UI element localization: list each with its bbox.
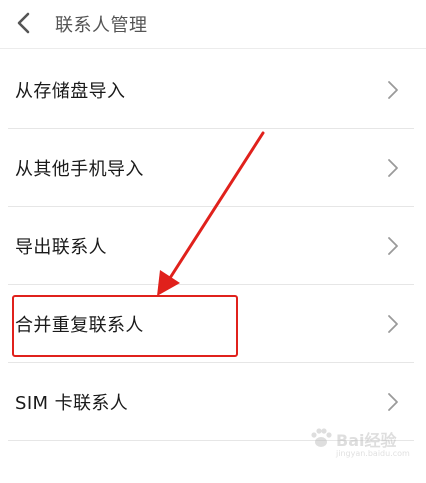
page-title: 联系人管理 (55, 15, 148, 36)
menu-list: 从存储盘导入 从其他手机导入 导出联系人 合并重复联系人 SIM 卡联系人 (0, 51, 426, 441)
watermark-text: Bai经验 (336, 431, 397, 450)
menu-item-label: 从其他手机导入 (15, 159, 144, 180)
chevron-right-icon (388, 81, 398, 99)
watermark: Bai经验 jingyan.baidu.com (308, 417, 410, 467)
menu-item-label: SIM 卡联系人 (15, 393, 129, 414)
chevron-right-icon (388, 393, 398, 411)
menu-item-label: 从存储盘导入 (15, 81, 126, 102)
chevron-right-icon (388, 159, 398, 177)
screen: 联系人管理 从存储盘导入 从其他手机导入 导出联系人 合并重复联系人 SIM 卡… (0, 0, 426, 483)
menu-item-label: 导出联系人 (15, 237, 107, 258)
back-button[interactable] (6, 6, 40, 40)
menu-item-import-storage[interactable]: 从存储盘导入 (0, 51, 426, 129)
menu-item-label: 合并重复联系人 (15, 315, 144, 336)
menu-item-export-contacts[interactable]: 导出联系人 (0, 207, 426, 285)
menu-item-merge-duplicates[interactable]: 合并重复联系人 (0, 285, 426, 363)
chevron-left-icon (17, 12, 30, 34)
chevron-right-icon (388, 315, 398, 333)
paw-icon (311, 428, 332, 447)
top-bar: 联系人管理 (0, 0, 426, 49)
chevron-right-icon (388, 237, 398, 255)
menu-item-import-other-phone[interactable]: 从其他手机导入 (0, 129, 426, 207)
watermark-url: jingyan.baidu.com (336, 449, 410, 458)
